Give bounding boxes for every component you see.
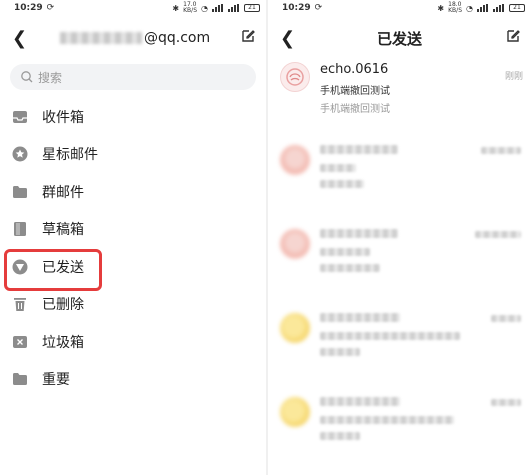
avatar: [280, 145, 310, 175]
folder-sent[interactable]: 已发送: [0, 248, 266, 291]
search-icon: [21, 71, 33, 83]
wifi-icon: ◔: [201, 3, 208, 13]
status-bar: 10:29 ⟳ ✱ 18.0 KB/S ◔ 21: [268, 0, 531, 16]
signal-icon: [212, 4, 224, 12]
folder-label: 已发送: [42, 259, 84, 276]
folder-label: 星标邮件: [42, 147, 98, 164]
wifi-icon: ◔: [466, 3, 473, 13]
sent-icon: [12, 259, 28, 275]
folder-group[interactable]: 群邮件: [0, 173, 266, 211]
folder-header: ❮ @qq.com: [0, 16, 266, 60]
compose-icon[interactable]: [240, 28, 256, 44]
folder-label: 重要: [42, 372, 70, 389]
folder-drafts[interactable]: 草稿箱: [0, 211, 266, 249]
status-bar: 10:29 ⟳ ✱ 17.0 KB/S ◔ 21: [0, 0, 266, 16]
signal-icon-2: [228, 4, 240, 12]
redacted-account-name: [60, 32, 142, 44]
bluetooth-icon: ✱: [172, 3, 180, 13]
redacted-mail-item[interactable]: [268, 389, 531, 473]
folder-icon: [12, 184, 28, 200]
folder-label: 群邮件: [42, 184, 84, 201]
redacted-time: [481, 147, 521, 154]
avatar: [280, 62, 310, 92]
draft-icon: [12, 221, 28, 237]
mail-subject: 手机端撤回测试: [320, 86, 390, 97]
signal-icon: [477, 4, 489, 12]
avatar: [280, 397, 310, 427]
back-icon[interactable]: ❮: [12, 28, 32, 49]
folder-deleted[interactable]: 已删除: [0, 286, 266, 324]
folder-label: 草稿箱: [42, 222, 84, 239]
swirl-logo-icon: [286, 68, 304, 86]
mail-preview: 手机端撤回测试: [320, 104, 390, 115]
compose-icon[interactable]: [505, 28, 521, 44]
sync-icon: ⟳: [314, 3, 323, 13]
redacted-mail-item[interactable]: [268, 305, 531, 389]
mail-time: 刚刚: [504, 72, 523, 82]
bluetooth-icon: ✱: [437, 3, 445, 13]
mail-item[interactable]: echo.0616 手机端撤回测试 手机端撤回测试 刚刚: [268, 60, 531, 123]
redacted-mail-item[interactable]: [268, 137, 531, 221]
network-speed: 18.0 KB/S: [448, 1, 463, 14]
sync-icon: ⟳: [46, 3, 55, 13]
battery-icon: 21: [509, 4, 525, 12]
redacted-time: [475, 231, 521, 238]
folder-label: 收件箱: [42, 109, 84, 126]
folder-important[interactable]: 重要: [0, 361, 266, 399]
avatar: [280, 229, 310, 259]
battery-icon: 21: [244, 4, 260, 12]
folder-label: 垃圾箱: [42, 334, 84, 351]
avatar: [280, 313, 310, 343]
search-input[interactable]: 搜索: [10, 64, 256, 90]
folder-starred[interactable]: 星标邮件: [0, 136, 266, 174]
page-title: 已发送: [376, 29, 422, 48]
star-icon: [12, 146, 28, 162]
trash-icon: [12, 296, 28, 312]
folder-list: 收件箱 星标邮件 群邮件 草稿箱 已发送 已删除 垃圾箱 重要: [0, 98, 266, 398]
sent-mail-screen: 10:29 ⟳ ✱ 18.0 KB/S ◔ 21 ❮ 已发送 echo.0616…: [268, 0, 531, 475]
account-suffix: @qq.com: [144, 30, 211, 46]
network-speed: 17.0 KB/S: [183, 1, 198, 14]
search-placeholder: 搜索: [38, 70, 63, 85]
sent-header: ❮ 已发送: [268, 16, 531, 60]
mail-list: echo.0616 手机端撤回测试 手机端撤回测试 刚刚: [268, 60, 531, 473]
folder-inbox[interactable]: 收件箱: [0, 98, 266, 136]
folder-icon: [12, 371, 28, 387]
mail-sender: echo.0616: [320, 62, 389, 77]
spam-icon: [12, 334, 28, 350]
folder-spam[interactable]: 垃圾箱: [0, 323, 266, 361]
redacted-time: [491, 315, 521, 322]
back-icon[interactable]: ❮: [280, 28, 300, 49]
folder-label: 已删除: [42, 297, 84, 314]
signal-icon-2: [493, 4, 505, 12]
status-time: 10:29: [14, 3, 43, 13]
account-title: @qq.com: [60, 30, 210, 46]
inbox-icon: [12, 109, 28, 125]
status-time: 10:29: [282, 3, 311, 13]
folder-list-screen: 10:29 ⟳ ✱ 17.0 KB/S ◔ 21 ❮ @qq.com 搜索 收件…: [0, 0, 266, 475]
redacted-time: [491, 399, 521, 406]
redacted-mail-item[interactable]: [268, 221, 531, 305]
